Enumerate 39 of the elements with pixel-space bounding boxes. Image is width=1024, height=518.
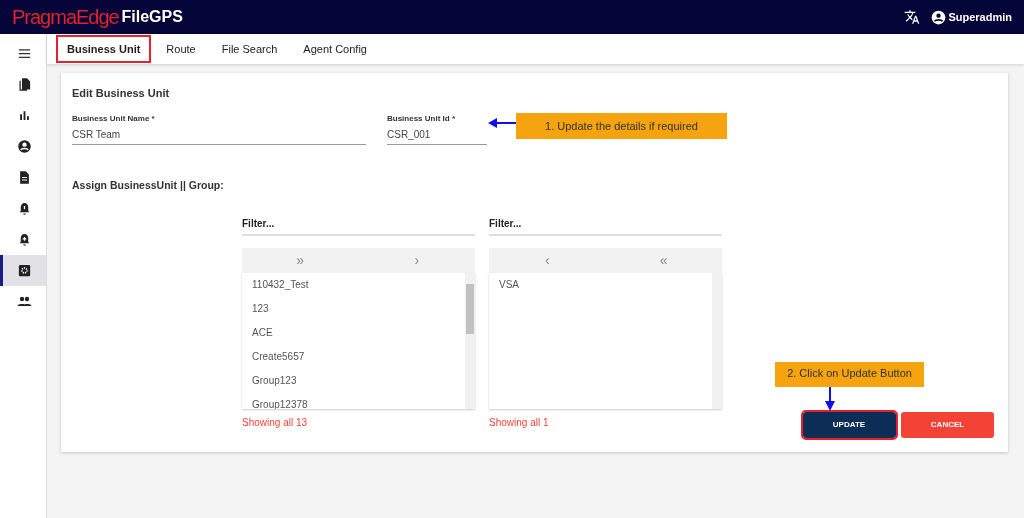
- files-icon: [17, 77, 32, 92]
- count-label: Showing all 13: [242, 416, 309, 431]
- arrow: [488, 117, 518, 129]
- tab[interactable]: File Search: [210, 34, 289, 64]
- list-item[interactable]: Create5657: [242, 345, 465, 370]
- app-name: FileGPS: [121, 7, 183, 27]
- account-icon: [17, 139, 32, 154]
- tab[interactable]: Route: [155, 34, 207, 64]
- bar-chart-icon: [17, 108, 32, 123]
- callout-note: 1. Update the details if required: [516, 113, 727, 139]
- cancel-button[interactable]: CANCEL: [901, 412, 994, 438]
- settings-icon: [17, 263, 32, 278]
- user-icon: [930, 9, 946, 25]
- list-item[interactable]: 110432_Test: [242, 273, 465, 298]
- tab[interactable]: Business Unit: [56, 34, 152, 64]
- input-field[interactable]: CSR Team: [72, 124, 366, 145]
- tab[interactable]: Agent Config: [292, 34, 378, 64]
- callout-note: 2. Click on Update Button: [775, 362, 924, 387]
- field-label: Business Unit Id *: [387, 112, 455, 125]
- menu-icon: [17, 46, 32, 61]
- arrow: [824, 387, 836, 411]
- brand-logo: PragmaEdge: [12, 5, 119, 30]
- field-label: Business Unit Name *: [72, 112, 155, 125]
- document-icon: [17, 170, 32, 185]
- bell-plus-icon: [17, 232, 32, 247]
- list-item[interactable]: Group123: [242, 369, 465, 394]
- sidebar-item[interactable]: [0, 255, 46, 286]
- input-field[interactable]: CSR_001: [387, 124, 487, 145]
- user-name[interactable]: Superadmin: [948, 8, 1012, 26]
- list-item[interactable]: VSA: [489, 273, 712, 298]
- list-item[interactable]: 123: [242, 297, 465, 322]
- section-label: Assign BusinessUnit || Group:: [72, 177, 225, 193]
- translate-icon[interactable]: [903, 9, 920, 25]
- people-icon: [17, 294, 32, 309]
- update-button[interactable]: UPDATE: [802, 412, 896, 438]
- count-label: Showing all 1: [489, 416, 550, 431]
- bell-alert-icon: [17, 201, 32, 216]
- form-title: Edit Business Unit: [72, 86, 171, 101]
- list-item[interactable]: ACE: [242, 321, 465, 346]
